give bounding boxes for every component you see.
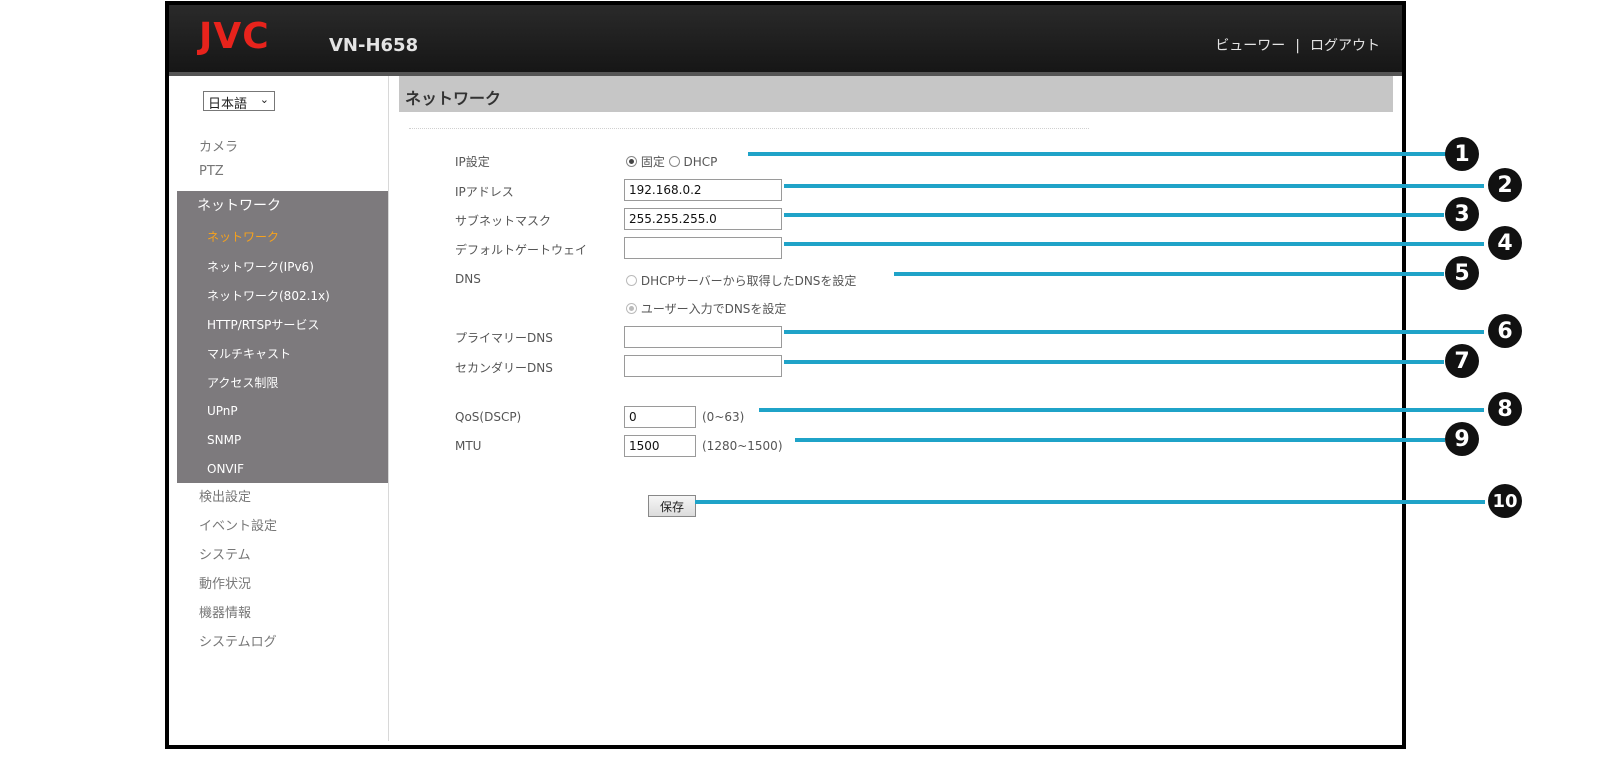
callout-badge-5: 5 bbox=[1445, 256, 1479, 290]
callout-badge-2: 2 bbox=[1488, 168, 1522, 202]
qos-input[interactable]: 0 bbox=[624, 406, 696, 428]
sidebar-subitem-onvif[interactable]: ONVIF bbox=[207, 462, 244, 476]
sidebar-item-system[interactable]: システム bbox=[199, 544, 251, 563]
dns-label: DNS bbox=[455, 272, 481, 286]
callout-line-8 bbox=[759, 408, 1484, 412]
logout-link[interactable]: ログアウト bbox=[1310, 35, 1380, 55]
link-separator: | bbox=[1295, 38, 1300, 54]
callout-line-2 bbox=[784, 184, 1484, 188]
viewer-link[interactable]: ビューワー bbox=[1215, 35, 1285, 55]
top-links: ビューワー | ログアウト bbox=[1215, 35, 1380, 55]
callout-badge-4: 4 bbox=[1488, 226, 1522, 260]
sidebar-subitem-multicast[interactable]: マルチキャスト bbox=[207, 345, 291, 362]
divider bbox=[409, 128, 1089, 129]
mtu-input[interactable]: 1500 bbox=[624, 435, 696, 457]
primary-dns-label: プライマリーDNS bbox=[455, 331, 553, 345]
sidebar-subitem-network[interactable]: ネットワーク bbox=[207, 228, 279, 245]
sidebar-item-ptz[interactable]: PTZ bbox=[199, 164, 224, 179]
callout-badge-6: 6 bbox=[1488, 314, 1522, 348]
subnet-mask-input[interactable]: 255.255.255.0 bbox=[624, 208, 782, 230]
ip-mode-radio-group: 固定 DHCP bbox=[626, 153, 717, 170]
qos-range: (0~63) bbox=[702, 410, 745, 424]
callout-line-10 bbox=[695, 500, 1485, 504]
sidebar-subitem-upnp[interactable]: UPnP bbox=[207, 404, 238, 418]
sidebar-item-camera[interactable]: カメラ bbox=[199, 136, 238, 155]
qos-label: QoS(DSCP) bbox=[455, 410, 522, 424]
mtu-range: (1280~1500) bbox=[702, 439, 783, 453]
network-menu-group: ネットワーク ネットワーク ネットワーク(IPv6) ネットワーク(802.1x… bbox=[177, 191, 388, 483]
ip-fixed-label: 固定 bbox=[640, 155, 665, 169]
mtu-label: MTU bbox=[455, 439, 482, 453]
callout-line-7 bbox=[784, 360, 1444, 364]
subnet-mask-label: サブネットマスク bbox=[455, 214, 552, 228]
sidebar-item-event[interactable]: イベント設定 bbox=[199, 515, 277, 534]
ip-dhcp-label: DHCP bbox=[683, 155, 718, 169]
language-value: 日本語 bbox=[208, 97, 248, 112]
dns-manual-radio[interactable] bbox=[626, 303, 637, 314]
dns-dhcp-label: DHCPサーバーから取得したDNSを設定 bbox=[640, 274, 857, 288]
sidebar-subitem-snmp[interactable]: SNMP bbox=[207, 433, 241, 447]
callout-badge-9: 9 bbox=[1445, 422, 1479, 456]
ip-dhcp-radio[interactable] bbox=[668, 156, 680, 167]
app-window: JVC VN-H658 ビューワー | ログアウト 日本語 ⌄ カメラ PTZ ネッ… bbox=[165, 1, 1406, 749]
top-header: JVC VN-H658 ビューワー | ログアウト bbox=[169, 5, 1402, 76]
callout-line-9 bbox=[795, 438, 1445, 442]
callout-line-4 bbox=[784, 242, 1484, 246]
sidebar-item-system-log[interactable]: システムログ bbox=[199, 631, 277, 650]
sidebar-item-device-info[interactable]: 機器情報 bbox=[199, 602, 251, 621]
save-button[interactable]: 保存 bbox=[648, 495, 696, 517]
sidebar-item-status[interactable]: 動作状況 bbox=[199, 573, 251, 592]
dns-manual-label: ユーザー入力でDNSを設定 bbox=[640, 302, 787, 316]
page-title-bar: ネットワーク bbox=[399, 76, 1393, 112]
language-select[interactable]: 日本語 ⌄ bbox=[203, 91, 275, 112]
jvc-logo: JVC bbox=[199, 16, 270, 57]
sidebar-subitem-http-rtsp[interactable]: HTTP/RTSPサービス bbox=[207, 316, 319, 333]
default-gateway-input[interactable] bbox=[624, 237, 782, 259]
sidebar: 日本語 ⌄ カメラ PTZ ネットワーク ネットワーク ネットワーク(IPv6)… bbox=[177, 76, 389, 741]
callout-line-5 bbox=[894, 272, 1444, 276]
sidebar-subitem-access-restriction[interactable]: アクセス制限 bbox=[207, 374, 278, 391]
dns-dhcp-radio[interactable] bbox=[626, 275, 637, 286]
primary-dns-input[interactable] bbox=[624, 326, 782, 348]
ip-setting-label: IP設定 bbox=[455, 155, 490, 169]
callout-badge-3: 3 bbox=[1445, 197, 1479, 231]
callout-line-6 bbox=[784, 330, 1484, 334]
sidebar-item-detection[interactable]: 検出設定 bbox=[199, 486, 251, 505]
page-title: ネットワーク bbox=[405, 89, 502, 108]
callout-badge-10: 10 bbox=[1488, 484, 1522, 518]
callout-badge-7: 7 bbox=[1445, 344, 1479, 378]
dns-dhcp-option: DHCPサーバーから取得したDNSを設定 bbox=[626, 272, 856, 289]
default-gateway-label: デフォルトゲートウェイ bbox=[455, 243, 588, 257]
model-name: VN-H658 bbox=[329, 35, 419, 56]
callout-line-3 bbox=[784, 213, 1444, 217]
callout-line-1 bbox=[748, 152, 1448, 156]
dns-manual-option: ユーザー入力でDNSを設定 bbox=[626, 300, 786, 317]
sidebar-subitem-network-ipv6[interactable]: ネットワーク(IPv6) bbox=[207, 258, 314, 275]
sidebar-item-network[interactable]: ネットワーク bbox=[197, 195, 281, 215]
ip-address-label: IPアドレス bbox=[455, 185, 514, 199]
chevron-down-icon: ⌄ bbox=[259, 93, 269, 106]
ip-address-input[interactable]: 192.168.0.2 bbox=[624, 179, 782, 201]
callout-badge-8: 8 bbox=[1488, 392, 1522, 426]
ip-fixed-radio[interactable] bbox=[626, 156, 637, 167]
secondary-dns-input[interactable] bbox=[624, 355, 782, 377]
secondary-dns-label: セカンダリーDNS bbox=[455, 361, 553, 375]
callout-badge-1: 1 bbox=[1445, 137, 1479, 171]
sidebar-subitem-network-8021x[interactable]: ネットワーク(802.1x) bbox=[207, 287, 330, 304]
